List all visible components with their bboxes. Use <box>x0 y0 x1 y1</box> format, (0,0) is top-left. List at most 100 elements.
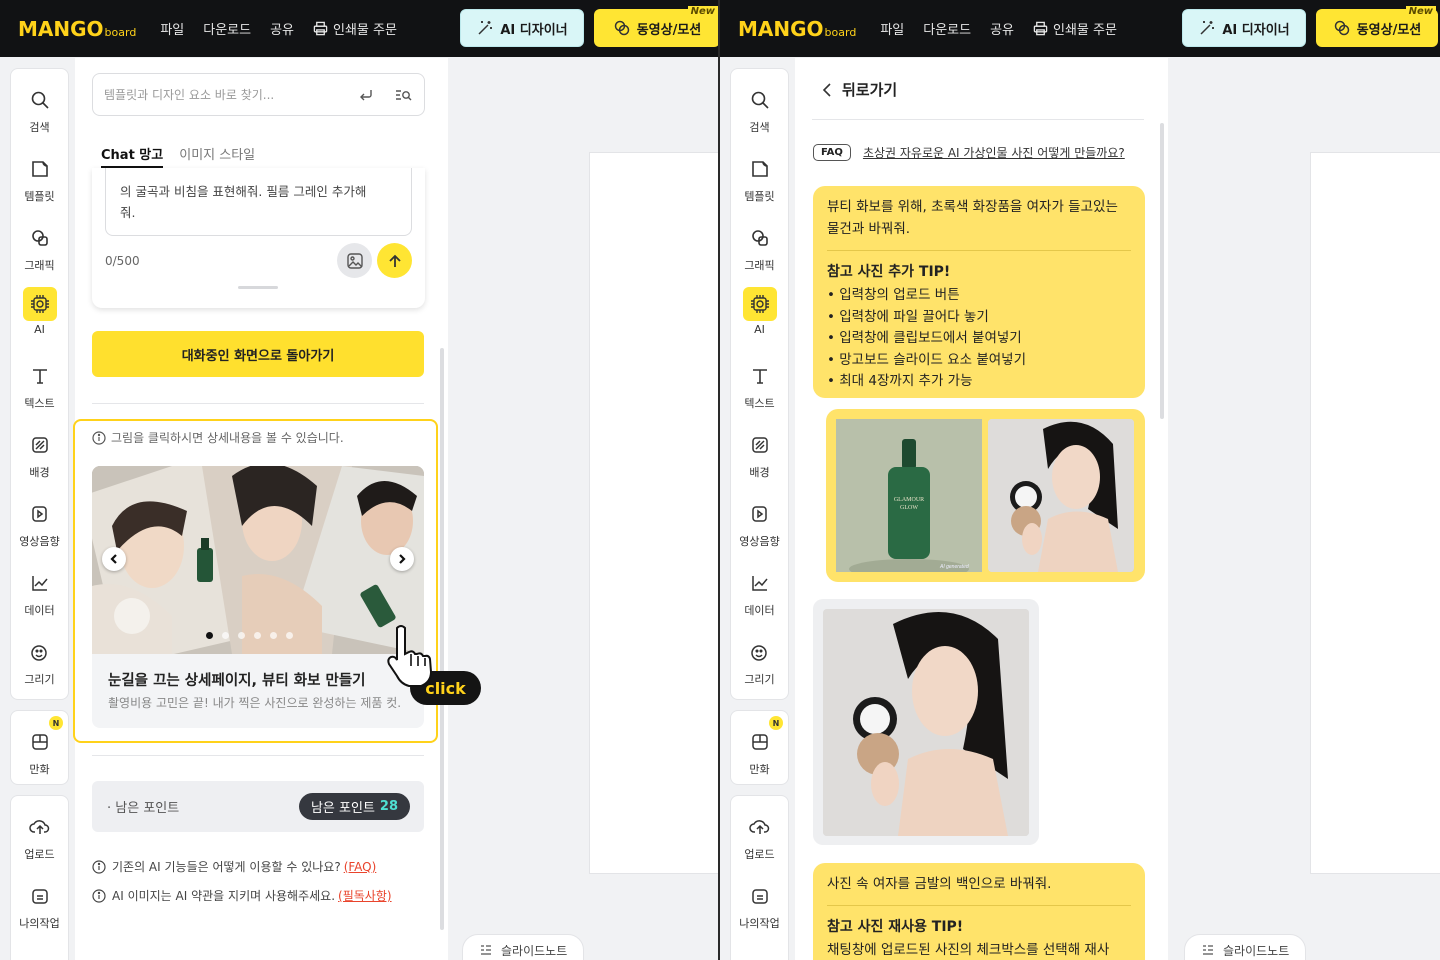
note-icon <box>481 945 491 955</box>
carousel-dot[interactable] <box>254 632 261 639</box>
top-bar: MANGOboard 파일 다운로드 공유 인쇄물 주문 AI 디자이너 동영상… <box>0 0 720 57</box>
menu-print-order[interactable]: 인쇄물 주문 <box>313 19 397 38</box>
enter-icon[interactable] <box>358 87 374 103</box>
menu-share[interactable]: 공유 <box>270 19 294 38</box>
template-icon <box>751 161 768 177</box>
ai-detail-panel: 뒤로가기 FAQ 초상권 자유로운 AI 가상인물 사진 어떻게 만들까요? 뷰… <box>795 58 1168 960</box>
chat-textarea[interactable]: 의 굴곡과 비침을 표현해줘. 필름 그레인 추가해 줘. <box>105 168 412 236</box>
reference-image-model[interactable] <box>988 419 1134 572</box>
points-box: · 남은 포인트 남은 포인트 28 <box>92 781 424 832</box>
sidebar-item-ai[interactable]: AI <box>11 287 68 336</box>
carousel-next-button[interactable] <box>390 547 414 571</box>
sidebar-item-data[interactable]: 데이터 <box>11 566 68 618</box>
mangoboard-logo[interactable]: MANGOboard <box>738 17 856 41</box>
ai-designer-button[interactable]: AI 디자이너 <box>1182 9 1306 47</box>
sidebar-item-comic[interactable]: 만화 <box>731 725 788 777</box>
comic-sidebar: 만화 N <box>10 710 69 785</box>
sidebar-item-search[interactable]: 검색 <box>11 83 68 135</box>
panel-scrollbar[interactable] <box>1160 123 1164 419</box>
sidebar-item-upload[interactable]: 업로드 <box>11 810 68 862</box>
tab-chat-mango[interactable]: Chat 망고 <box>101 144 164 168</box>
divider <box>92 755 424 756</box>
send-button[interactable] <box>377 243 412 278</box>
sidebar-item-graphic[interactable]: 그래픽 <box>11 221 68 273</box>
image-upload-button[interactable] <box>337 243 372 278</box>
woman-with-compact-result-image <box>823 609 1029 836</box>
reference-images: GLAMOUR GLOW AI generated <box>826 409 1145 582</box>
menu-download[interactable]: 다운로드 <box>923 19 971 38</box>
sidebar-item-template[interactable]: 템플릿 <box>731 152 788 204</box>
panel-tabs: Chat 망고 이미지 스타일 <box>101 144 271 168</box>
faq-link[interactable]: (FAQ) <box>344 860 377 874</box>
panel-scrollbar[interactable] <box>440 348 444 930</box>
sidebar-item-data[interactable]: 데이터 <box>731 566 788 618</box>
back-button[interactable]: 뒤로가기 <box>822 79 897 100</box>
sidebar-item-search[interactable]: 검색 <box>731 83 788 135</box>
sidebar-item-ai[interactable]: AI <box>731 287 788 336</box>
info-icon <box>92 859 106 874</box>
reference-image-product[interactable]: GLAMOUR GLOW AI generated <box>836 419 982 579</box>
chart-icon <box>751 576 768 591</box>
beauty-guide-card[interactable]: 눈길을 끄는 상세페이지, 뷰티 화보 만들기 촬영비용 고민은 끝! 내가 찍… <box>92 466 424 728</box>
sidebar-item-mywork[interactable]: 나의작업 <box>731 879 788 931</box>
terms-info: AI 이미지는 AI 약관을 지키며 사용해주세요. (필독사항) <box>92 887 392 904</box>
filter-search-icon[interactable] <box>394 87 412 103</box>
canvas-page[interactable] <box>589 152 720 874</box>
sidebar-item-video-audio[interactable]: 영상음향 <box>731 497 788 549</box>
ai-designer-button[interactable]: AI 디자이너 <box>460 9 584 47</box>
ai-panel: 템플릿과 디자인 요소 바로 찾기... Chat 망고 이미지 스타일 의 굴… <box>73 58 448 960</box>
sidebar-item-comic[interactable]: 만화 <box>11 725 68 777</box>
mangoboard-logo[interactable]: MANGOboard <box>18 17 136 41</box>
right-window: MANGOboard 파일 다운로드 공유 인쇄물 주문 AI 디자이너 동영상… <box>720 0 1440 960</box>
sidebar-item-background[interactable]: 배경 <box>731 428 788 480</box>
video-motion-button[interactable]: 동영상/모션 New <box>594 6 720 47</box>
tip-item: • 최대 4장까지 추가 가능 <box>827 373 973 389</box>
prompt-text-line: 물건과 바꿔줘. <box>827 221 911 237</box>
hand-cursor-icon <box>387 625 433 687</box>
sidebar-item-text[interactable]: 텍스트 <box>731 359 788 411</box>
folder-icon <box>751 889 768 904</box>
faq-tag: FAQ <box>813 144 851 161</box>
menu-share[interactable]: 공유 <box>990 19 1014 38</box>
result-image[interactable] <box>823 609 1029 836</box>
tip-item: • 망고보드 슬라이드 요소 붙여넣기 <box>827 351 1027 368</box>
tip-item: • 입력창에 파일 끌어다 놓기 <box>827 308 989 325</box>
carousel-dot[interactable] <box>286 632 293 639</box>
folder-icon <box>31 889 48 904</box>
carousel-dot[interactable] <box>270 632 277 639</box>
video-motion-button[interactable]: 동영상/모션 New <box>1316 6 1438 47</box>
chevron-left-icon <box>110 554 117 564</box>
menu-print-order[interactable]: 인쇄물 주문 <box>1033 19 1117 38</box>
graphic-icon <box>31 230 48 246</box>
faq-link[interactable]: 초상권 자유로운 AI 가상인물 사진 어떻게 만들까요? <box>863 144 1125 161</box>
terms-link[interactable]: (필독사항) <box>338 887 392 904</box>
menu-download[interactable]: 다운로드 <box>203 19 251 38</box>
chart-icon <box>31 576 48 591</box>
sidebar-item-text[interactable]: 텍스트 <box>11 359 68 411</box>
beauty-photo[interactable] <box>92 466 424 666</box>
sidebar-item-draw[interactable]: 그리기 <box>731 635 788 687</box>
sidebar-item-background[interactable]: 배경 <box>11 428 68 480</box>
sidebar-item-draw[interactable]: 그리기 <box>11 635 68 687</box>
tab-image-style[interactable]: 이미지 스타일 <box>179 144 255 168</box>
canvas-page[interactable] <box>1310 152 1440 874</box>
carousel-prev-button[interactable] <box>102 547 126 571</box>
slide-note-tab[interactable]: 슬라이드노트 <box>1184 934 1307 960</box>
slide-note-tab[interactable]: 슬라이드노트 <box>462 934 585 960</box>
tip-item: • 입력창에 클립보드에서 붙여넣기 <box>827 330 1022 346</box>
resize-handle[interactable] <box>238 286 278 289</box>
carousel-dot[interactable] <box>238 632 245 639</box>
sidebar-item-template[interactable]: 템플릿 <box>11 152 68 204</box>
menu-file[interactable]: 파일 <box>160 19 184 38</box>
menu-file[interactable]: 파일 <box>880 19 904 38</box>
sidebar-item-graphic[interactable]: 그래픽 <box>731 221 788 273</box>
sidebar-item-upload[interactable]: 업로드 <box>731 810 788 862</box>
search-input[interactable]: 템플릿과 디자인 요소 바로 찾기... <box>92 73 425 116</box>
sidebar-item-video-audio[interactable]: 영상음향 <box>11 497 68 549</box>
carousel-dot[interactable] <box>222 632 229 639</box>
draw-icon <box>750 645 767 661</box>
points-badge: 남은 포인트 28 <box>298 793 410 820</box>
sidebar-item-mywork[interactable]: 나의작업 <box>11 879 68 931</box>
carousel-dot[interactable] <box>206 632 213 639</box>
back-to-chat-button[interactable]: 대화중인 화면으로 돌아가기 <box>92 331 424 377</box>
